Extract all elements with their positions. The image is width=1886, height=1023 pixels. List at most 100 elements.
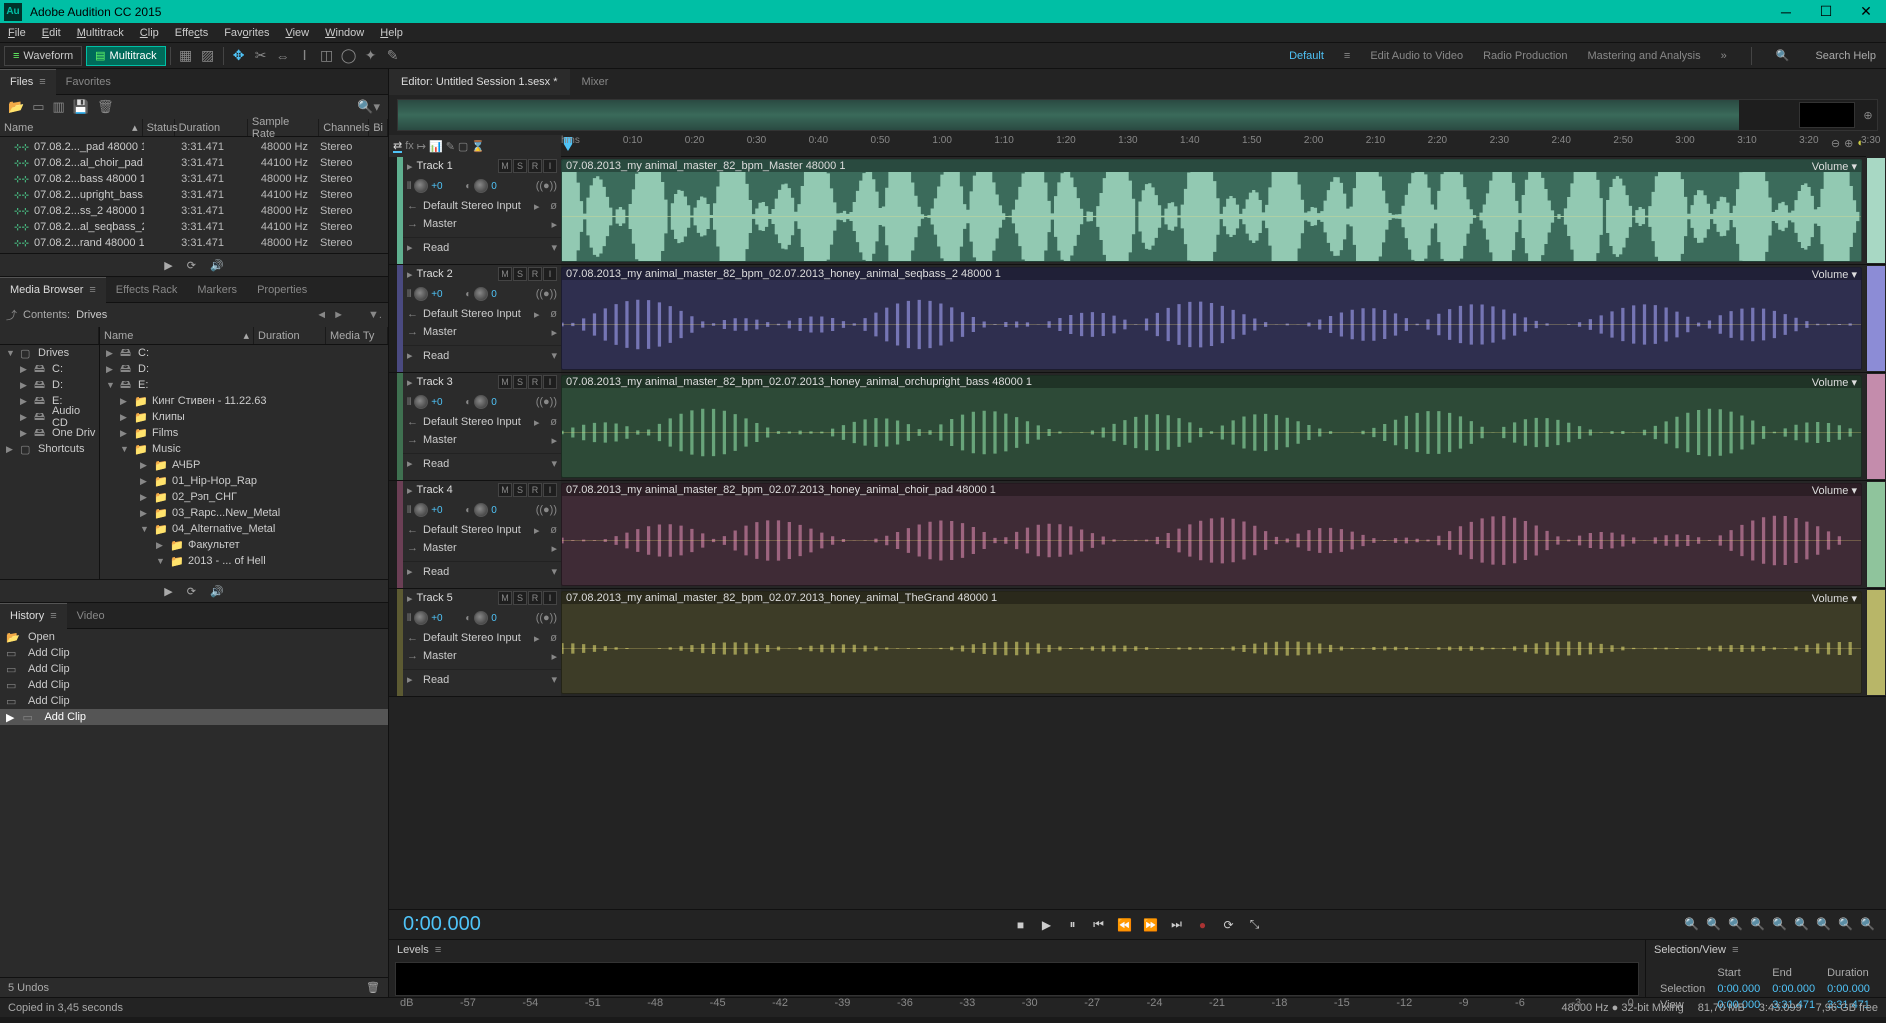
track-view-fx-icon[interactable]: fx (405, 139, 414, 153)
pan-knob[interactable] (474, 503, 488, 517)
file-row[interactable]: ⊹⊹ 07.08.2...rand 48000 1.wav 3:31.47148… (0, 235, 388, 251)
mb-filter-icon[interactable]: ▼. (368, 309, 382, 321)
folder-tree-item[interactable]: ▶📁Кинг Стивен - 11.22.63 (100, 393, 388, 409)
phase-icon[interactable]: ø (550, 632, 557, 644)
drive-tree-item[interactable]: ▶🖴Audio CD (0, 409, 99, 425)
menu-file[interactable]: File (0, 27, 34, 39)
mixer-tab[interactable]: Mixer (570, 69, 621, 95)
track-expand-icon[interactable]: ▸ (407, 484, 413, 497)
folder-tree-item[interactable]: ▶🖴C: (100, 345, 388, 361)
pan-knob[interactable] (474, 611, 488, 625)
volume-value[interactable]: +0 (431, 289, 449, 300)
pan-value[interactable]: 0 (491, 397, 509, 408)
audio-clip[interactable]: 07.08.2013_my animal_master_82_bpm_02.07… (561, 375, 1862, 478)
workspace-editvideo[interactable]: Edit Audio to Video (1370, 50, 1463, 62)
folder-tree-item[interactable]: ▶📁Факультет (100, 537, 388, 553)
volume-value[interactable]: +0 (431, 505, 449, 516)
loop-button[interactable]: ⟳ (1221, 917, 1237, 933)
zoom-out-v[interactable]: 🔍 (1838, 917, 1854, 933)
history-item[interactable]: ▭Add Clip (0, 677, 388, 693)
col-name[interactable]: Name▴ (0, 119, 143, 136)
new-file-icon[interactable]: ▭ (32, 99, 44, 115)
drive-tree-item[interactable]: ▶🖴C: (0, 361, 99, 377)
play-button[interactable]: ▶ (1039, 917, 1055, 933)
folder-tree-item[interactable]: ▶🖴D: (100, 361, 388, 377)
sel-end[interactable]: 0:00.000 (1768, 982, 1821, 996)
pan-knob[interactable] (474, 287, 488, 301)
file-row[interactable]: ⊹⊹ 07.08.2...ss_2 48000 1.wav 3:31.47148… (0, 203, 388, 219)
edit-toggle-icon[interactable]: ✎ (446, 139, 455, 153)
mute-button[interactable]: M (498, 159, 512, 173)
mb-nav-up-icon[interactable]: ⤴ (6, 307, 17, 323)
move-tool-icon[interactable]: ✥ (228, 45, 250, 67)
history-tab[interactable]: History≡ (0, 603, 67, 629)
tool-pitch[interactable]: ▨ (197, 45, 219, 67)
history-trash-icon[interactable]: 🗑 (366, 981, 380, 994)
drive-tree-item[interactable]: ▼▢Drives (0, 345, 99, 361)
goto-start-button[interactable]: ⏮ (1091, 917, 1107, 933)
multitrack-view-button[interactable]: ▤ Multitrack (86, 46, 165, 66)
mute-button[interactable]: M (498, 591, 512, 605)
open-file-icon[interactable]: 📂 (8, 99, 24, 115)
menu-effects[interactable]: Effects (167, 27, 216, 39)
mb-next-icon[interactable]: ► (333, 309, 344, 321)
phase-icon[interactable]: ø (550, 308, 557, 320)
folder-tree-item[interactable]: ▼📁04_Alternative_Metal (100, 521, 388, 537)
skip-selection-button[interactable]: ⤡ (1247, 917, 1263, 933)
track-vscroll-handle[interactable] (1867, 158, 1885, 263)
col-status[interactable]: Status (143, 119, 175, 136)
file-row[interactable]: ⊹⊹ 07.08.2...al_choir_pad.wav 3:31.47144… (0, 155, 388, 171)
mute-button[interactable]: M (498, 267, 512, 281)
menu-view[interactable]: View (277, 27, 317, 39)
drive-tree-item[interactable]: ▶🖴One Driv (0, 425, 99, 441)
time-selection-tool-icon[interactable]: Ⅰ (294, 45, 316, 67)
editor-session-tab[interactable]: Editor: Untitled Session 1.sesx * (389, 69, 570, 95)
input-monitor-button[interactable]: I (543, 375, 557, 389)
audio-clip[interactable]: 07.08.2013_my animal_master_82_bpm_Maste… (561, 159, 1862, 262)
file-row[interactable]: ⊹⊹ 07.08.2...upright_bass.wav 3:31.47144… (0, 187, 388, 203)
files-tab[interactable]: Files≡ (0, 69, 56, 95)
zoom-in-point[interactable]: 🔍 (1772, 917, 1788, 933)
solo-button[interactable]: S (513, 483, 527, 497)
stereo-pair-icon[interactable]: ((●)) (536, 396, 557, 408)
files-autoplay-icon[interactable]: 🔊 (210, 259, 224, 272)
volume-knob[interactable] (414, 179, 428, 193)
workspace-default-menu[interactable]: ≡ (1344, 50, 1350, 62)
phase-icon[interactable]: ø (550, 524, 557, 536)
input-monitor-button[interactable]: I (543, 591, 557, 605)
drive-tree-item[interactable]: ▶🖴D: (0, 377, 99, 393)
volume-knob[interactable] (414, 503, 428, 517)
pan-knob[interactable] (474, 179, 488, 193)
marquee-tool-icon[interactable]: ◫ (316, 45, 338, 67)
zoom-in-v[interactable]: 🔍 (1816, 917, 1832, 933)
history-item[interactable]: ▭Add Clip (0, 661, 388, 677)
track-header[interactable]: ▸ Track 3 M S R I ⫴ +0 ◐ 0 ((●)) ←Defaul (403, 373, 561, 480)
waveform-view-button[interactable]: ≡ Waveform (4, 46, 82, 66)
col-sample[interactable]: Sample Rate (248, 119, 319, 136)
track-vscroll-handle[interactable] (1867, 374, 1885, 479)
record-arm-button[interactable]: R (528, 591, 542, 605)
record-arm-button[interactable]: R (528, 267, 542, 281)
window-close[interactable]: ✕ (1846, 0, 1886, 23)
folder-tree-item[interactable]: ▼📁Music (100, 441, 388, 457)
timeline-ruler[interactable]: ⊖ ⊕ ◐ hms0:100:200:300:400:501:001:101:2… (561, 135, 1866, 157)
files-search-icon[interactable]: 🔍▾ (357, 99, 380, 115)
track-vscroll-handle[interactable] (1867, 266, 1885, 371)
mb-col-name[interactable]: Name▴ (100, 327, 254, 344)
ripple-icon[interactable]: ⌛ (471, 139, 485, 153)
record-button[interactable]: ● (1195, 917, 1211, 933)
stereo-pair-icon[interactable]: ((●)) (536, 180, 557, 192)
input-monitor-button[interactable]: I (543, 159, 557, 173)
favorites-tab[interactable]: Favorites (56, 69, 121, 95)
folder-tree-item[interactable]: ▼🖴E: (100, 377, 388, 393)
search-help[interactable]: Search Help (1815, 50, 1876, 62)
pan-value[interactable]: 0 (491, 505, 509, 516)
folder-tree-item[interactable]: ▶📁02_Рэп_СНГ (100, 489, 388, 505)
col-bit[interactable]: Bi (369, 119, 388, 136)
fastforward-button[interactable]: ⏩ (1143, 917, 1159, 933)
solo-button[interactable]: S (513, 375, 527, 389)
zoom-out-point[interactable]: 🔍 (1794, 917, 1810, 933)
workspace-radio[interactable]: Radio Production (1483, 50, 1567, 62)
track-lane[interactable]: 07.08.2013_my animal_master_82_bpm_02.07… (561, 373, 1866, 480)
history-item[interactable]: ▭Add Clip (0, 645, 388, 661)
